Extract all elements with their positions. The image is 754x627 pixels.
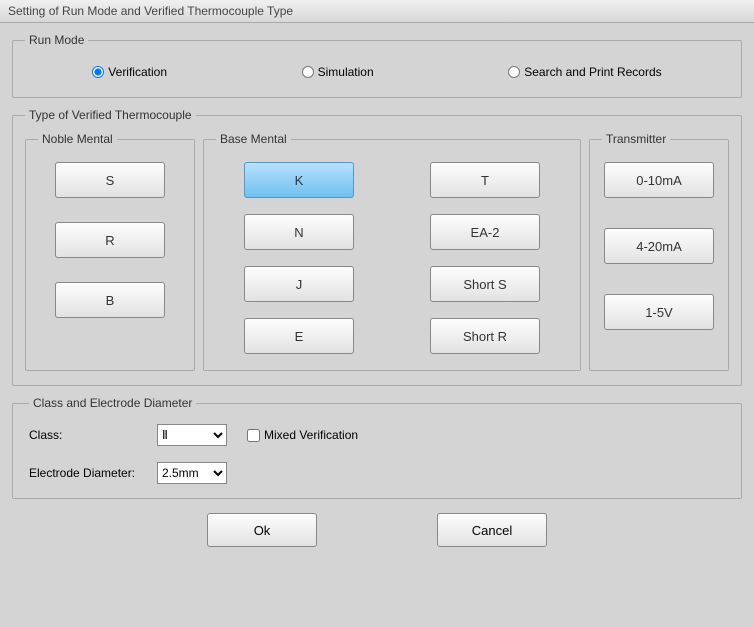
window-title: Setting of Run Mode and Verified Thermoc… <box>8 4 293 18</box>
class-row: Class: Ⅱ Mixed Verification <box>29 424 725 446</box>
radio-verification[interactable]: Verification <box>92 65 167 79</box>
electrode-row: Electrode Diameter: 2.5mm <box>29 462 725 484</box>
tc-button-e[interactable]: E <box>244 318 354 354</box>
tc-button-ea2[interactable]: EA-2 <box>430 214 540 250</box>
class-electrode-group: Class and Electrode Diameter Class: Ⅱ Mi… <box>12 396 742 499</box>
electrode-label: Electrode Diameter: <box>29 466 149 480</box>
tc-button-0-10ma[interactable]: 0-10mA <box>604 162 714 198</box>
class-label: Class: <box>29 428 149 442</box>
tc-button-r[interactable]: R <box>55 222 165 258</box>
radio-verification-label: Verification <box>108 65 167 79</box>
dialog-buttons: Ok Cancel <box>12 513 742 547</box>
radio-simulation-label: Simulation <box>318 65 374 79</box>
base-mental-legend: Base Mental <box>216 132 291 146</box>
radio-simulation-input[interactable] <box>302 66 314 78</box>
noble-mental-legend: Noble Mental <box>38 132 117 146</box>
radio-search-label: Search and Print Records <box>524 65 661 79</box>
mixed-verification-checkbox[interactable]: Mixed Verification <box>247 428 358 442</box>
tc-button-short-r[interactable]: Short R <box>430 318 540 354</box>
tc-button-4-20ma[interactable]: 4-20mA <box>604 228 714 264</box>
window-titlebar: Setting of Run Mode and Verified Thermoc… <box>0 0 754 23</box>
type-section-row: Noble Mental S R B Base Mental K T N EA-… <box>25 132 729 371</box>
run-mode-row: Verification Simulation Search and Print… <box>25 57 729 83</box>
radio-search[interactable]: Search and Print Records <box>508 65 661 79</box>
tc-button-b[interactable]: B <box>55 282 165 318</box>
dialog-content: Run Mode Verification Simulation Search … <box>0 23 754 557</box>
ok-button[interactable]: Ok <box>207 513 317 547</box>
transmitter-legend: Transmitter <box>602 132 670 146</box>
tc-button-s[interactable]: S <box>55 162 165 198</box>
radio-search-input[interactable] <box>508 66 520 78</box>
tc-button-short-s[interactable]: Short S <box>430 266 540 302</box>
electrode-select[interactable]: 2.5mm <box>157 462 227 484</box>
thermocouple-type-legend: Type of Verified Thermocouple <box>25 108 196 122</box>
tc-button-1-5v[interactable]: 1-5V <box>604 294 714 330</box>
transmitter-group: Transmitter 0-10mA 4-20mA 1-5V <box>589 132 729 371</box>
tc-button-j[interactable]: J <box>244 266 354 302</box>
run-mode-group: Run Mode Verification Simulation Search … <box>12 33 742 98</box>
tc-button-k[interactable]: K <box>244 162 354 198</box>
mixed-verification-label: Mixed Verification <box>264 428 358 442</box>
class-electrode-legend: Class and Electrode Diameter <box>29 396 196 410</box>
base-mental-group: Base Mental K T N EA-2 J Short S E Short… <box>203 132 581 371</box>
tc-button-t[interactable]: T <box>430 162 540 198</box>
mixed-verification-input[interactable] <box>247 429 260 442</box>
radio-simulation[interactable]: Simulation <box>302 65 374 79</box>
radio-verification-input[interactable] <box>92 66 104 78</box>
class-select[interactable]: Ⅱ <box>157 424 227 446</box>
thermocouple-type-group: Type of Verified Thermocouple Noble Ment… <box>12 108 742 386</box>
cancel-button[interactable]: Cancel <box>437 513 547 547</box>
noble-mental-group: Noble Mental S R B <box>25 132 195 371</box>
run-mode-legend: Run Mode <box>25 33 88 47</box>
tc-button-n[interactable]: N <box>244 214 354 250</box>
base-grid: K T N EA-2 J Short S E Short R <box>216 162 568 354</box>
